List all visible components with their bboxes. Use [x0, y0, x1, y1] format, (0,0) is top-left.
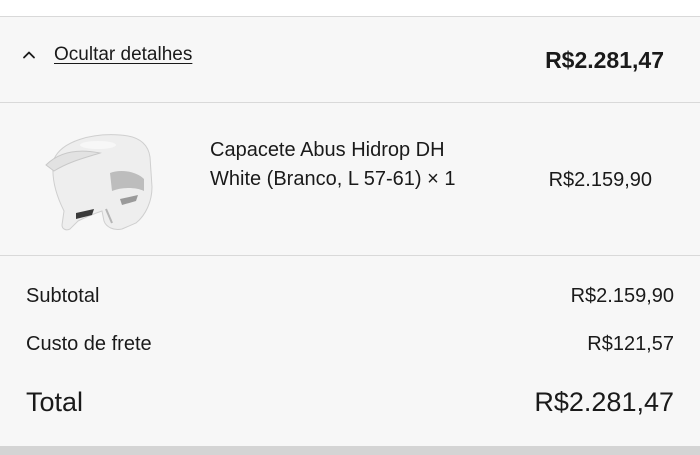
subtotal-value: R$2.159,90 — [570, 285, 674, 307]
hide-details-toggle[interactable]: Ocultar detalhes — [22, 44, 192, 66]
totals-section: Subtotal R$2.159,90 Custo de frete R$121… — [0, 256, 700, 446]
line-item: Capacete Abus Hidrop DH White (Branco, L… — [0, 103, 700, 256]
footer-strip — [0, 446, 700, 455]
chevron-up-icon[interactable] — [22, 48, 36, 62]
header-strip — [0, 0, 700, 17]
summary-total-price: R$2.281,47 — [545, 47, 664, 73]
product-price: R$2.159,90 — [548, 169, 652, 191]
subtotal-row: Subtotal R$2.159,90 — [26, 285, 674, 308]
hide-details-link[interactable]: Ocultar detalhes — [54, 44, 192, 66]
order-summary-toggle-bar[interactable]: Ocultar detalhes R$2.281,47 — [0, 17, 700, 103]
total-row: Total R$2.281,47 — [26, 387, 674, 418]
total-label: Total — [26, 387, 84, 417]
product-name: Capacete Abus Hidrop DH White (Branco, L… — [210, 139, 456, 190]
order-summary-page: Ocultar detalhes R$2.281,47 Capacete Abu… — [0, 0, 700, 455]
shipping-label: Custo de frete — [26, 333, 152, 355]
total-value: R$2.281,47 — [534, 387, 674, 417]
shipping-row: Custo de frete R$121,57 — [26, 333, 674, 356]
helmet-image — [45, 134, 153, 231]
shipping-value: R$121,57 — [587, 333, 674, 355]
subtotal-label: Subtotal — [26, 285, 100, 307]
